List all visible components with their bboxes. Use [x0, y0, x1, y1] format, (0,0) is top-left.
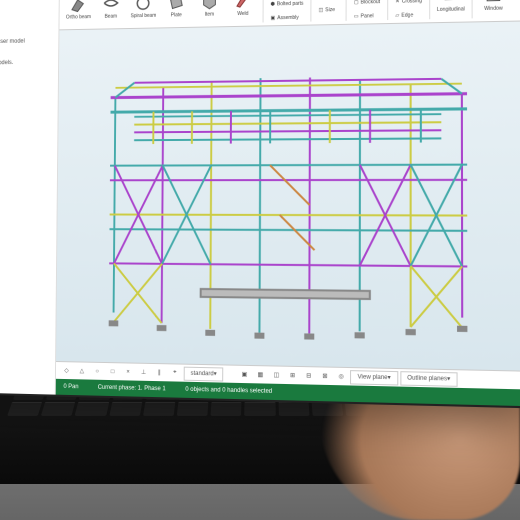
sidebar-text: ...ved models.	[0, 59, 54, 68]
edge-button[interactable]: ▱Edge	[392, 8, 425, 22]
select-tool-7[interactable]: ◎	[334, 369, 348, 384]
spiralbeam-button[interactable]: Spiral beam	[128, 0, 159, 27]
sidebar-text: ...ord.	[0, 15, 55, 25]
snap-tool-2[interactable]: △	[75, 364, 89, 378]
snap-tool-5[interactable]: ×	[121, 365, 135, 379]
outlineplanes-dropdown[interactable]: Outline planes ▾	[400, 371, 458, 387]
select-tool-4[interactable]: ⊞	[285, 368, 299, 383]
select-tool-3[interactable]: ◫	[269, 368, 283, 383]
boltedparts-button[interactable]: ⬢Bolted parts	[268, 0, 307, 10]
snap-tool-4[interactable]: □	[106, 365, 120, 379]
plate-icon	[168, 0, 186, 12]
assembly-button[interactable]: ▣Assembly	[267, 11, 306, 25]
select-tool-6[interactable]: ⊠	[318, 369, 332, 384]
beam-icon	[102, 0, 119, 13]
application-window: ...user model. It is ...ord. ...multi-us…	[0, 0, 520, 408]
standard-dropdown[interactable]: standard ▾	[184, 366, 224, 381]
blockout-button[interactable]: ▢Blockout	[351, 0, 383, 9]
longitudinal-icon	[442, 0, 461, 6]
select-tool-1[interactable]: ▣	[237, 367, 251, 381]
orthobeam-button[interactable]: Ortho beam	[63, 0, 94, 28]
snap-tool-7[interactable]: ∥	[152, 365, 166, 379]
boltedparts-icon: ⬢	[271, 1, 275, 7]
plate-button[interactable]: Plate	[161, 0, 192, 26]
size-button[interactable]: ◫Size	[315, 3, 341, 17]
select-tool-5[interactable]: ⊟	[302, 369, 316, 384]
snap-tool-6[interactable]: ⊥	[137, 365, 151, 379]
weld-button[interactable]: Weld	[227, 0, 259, 25]
item-button[interactable]: Item	[194, 0, 226, 25]
crossing-button[interactable]: ✕Crossing	[392, 0, 425, 8]
size-icon: ◫	[318, 7, 323, 13]
crossing-icon: ✕	[395, 0, 399, 4]
item-icon	[201, 0, 219, 11]
orthobeam-icon	[70, 0, 87, 14]
select-tool-2[interactable]: ▦	[253, 368, 267, 382]
window-icon	[484, 0, 503, 5]
main-application: Ortho beam Beam Spiral beam Plate Item	[56, 0, 520, 406]
sidebar-text: ...multi-user model	[0, 37, 55, 46]
window-button[interactable]: Window	[477, 0, 511, 20]
snap-tool-8[interactable]: ⌖	[168, 366, 182, 380]
assembly-icon: ▣	[270, 15, 275, 21]
longitudinal-button[interactable]: Longitudinal	[434, 0, 467, 21]
3d-viewport[interactable]	[56, 21, 520, 370]
blockout-icon: ▢	[354, 0, 359, 5]
selection-status: 0 objects and 0 handles selected	[185, 387, 272, 395]
snap-tool-1[interactable]: ◇	[60, 364, 74, 378]
spiral-icon	[135, 0, 152, 12]
beam-button[interactable]: Beam	[95, 0, 126, 27]
phase-status: Current phase: 1. Phase 1	[98, 385, 166, 393]
panel-button[interactable]: ▭Panel	[351, 9, 383, 23]
help-sidebar: ...user model. It is ...ord. ...multi-us…	[0, 0, 60, 395]
edge-icon: ▱	[395, 12, 399, 18]
sidebar-text: ...user model. It is	[0, 0, 55, 3]
weld-icon	[234, 0, 252, 10]
viewplane-dropdown[interactable]: View plane ▾	[350, 370, 398, 385]
snap-tool-3[interactable]: ○	[90, 364, 104, 378]
panel-icon: ▭	[354, 13, 359, 19]
pan-status: 0 Pan	[63, 384, 78, 390]
